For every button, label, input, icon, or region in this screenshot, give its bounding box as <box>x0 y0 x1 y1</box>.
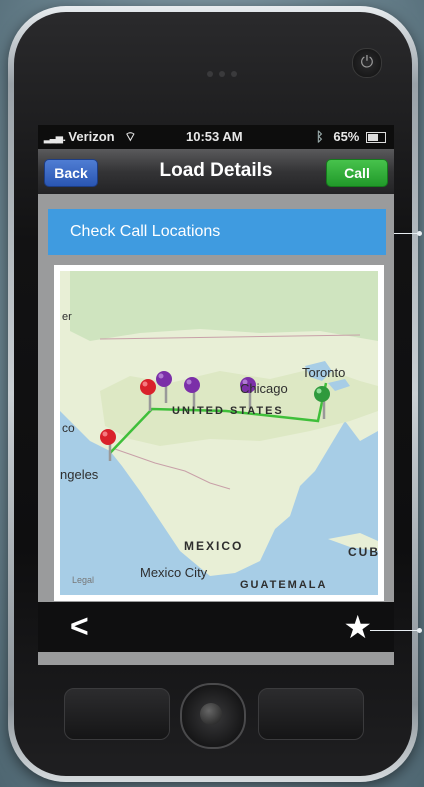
previous-arrow-icon[interactable]: < <box>70 608 89 645</box>
earpiece-speaker <box>207 64 247 77</box>
signal-bars-icon: ▂▃▅.. <box>44 133 66 143</box>
page-title: Load Details <box>159 160 273 181</box>
canada-region <box>70 271 378 341</box>
navigation-bar: Back Load Details Call <box>38 149 394 195</box>
screen-footer <box>38 652 394 665</box>
map-legal-link[interactable]: Legal <box>72 575 94 585</box>
status-bar: ▂▃▅.. Verizon ⌔ 10:53 AM ᛒ 65% <box>38 125 394 149</box>
favorite-star-icon[interactable]: ★ <box>343 608 372 646</box>
callout-dot-header <box>417 231 422 236</box>
battery-icon <box>366 132 386 144</box>
wifi-icon: ⌔ <box>124 129 137 144</box>
map-label-guatemala: GUATEMALA <box>240 579 328 591</box>
carrier-label: ▂▃▅.. Verizon ⌔ <box>44 129 137 144</box>
map-label-co: co <box>62 421 75 435</box>
status-time: 10:53 AM <box>186 129 243 144</box>
map-label-toronto: Toronto <box>302 365 346 380</box>
callout-line-star <box>370 630 420 631</box>
map-card: er Chicago Toronto UNITED STATES co ngel… <box>54 265 384 601</box>
right-hardware-button[interactable] <box>258 688 364 740</box>
bottom-toolbar: < ★ <box>38 602 394 652</box>
phone-screen: ▂▃▅.. Verizon ⌔ 10:53 AM ᛒ 65% Back Load… <box>38 125 394 665</box>
home-button[interactable] <box>180 683 246 749</box>
content-area: Check Call Locations er Chicago Toronto … <box>38 194 394 602</box>
map-label-mexico-city: Mexico City <box>140 565 208 580</box>
left-hardware-button[interactable] <box>64 688 170 740</box>
route-map[interactable]: er Chicago Toronto UNITED STATES co ngel… <box>60 271 378 595</box>
map-label-cuba: CUB <box>348 545 378 559</box>
bluetooth-icon: ᛒ <box>315 129 324 144</box>
callout-dot-star <box>417 628 422 633</box>
map-label-los-angeles: ngeles <box>60 467 99 482</box>
call-button[interactable]: Call <box>326 159 388 187</box>
map-label-er: er <box>62 311 72 323</box>
power-icon[interactable]: ⏻ <box>352 48 382 78</box>
back-button[interactable]: Back <box>44 159 98 187</box>
map-label-mexico: MEXICO <box>184 539 244 553</box>
check-call-locations-header[interactable]: Check Call Locations <box>48 209 386 255</box>
map-label-chicago: Chicago <box>240 381 288 396</box>
battery-indicator: ᛒ 65% <box>316 129 386 144</box>
map-label-united-states: UNITED STATES <box>172 405 284 417</box>
